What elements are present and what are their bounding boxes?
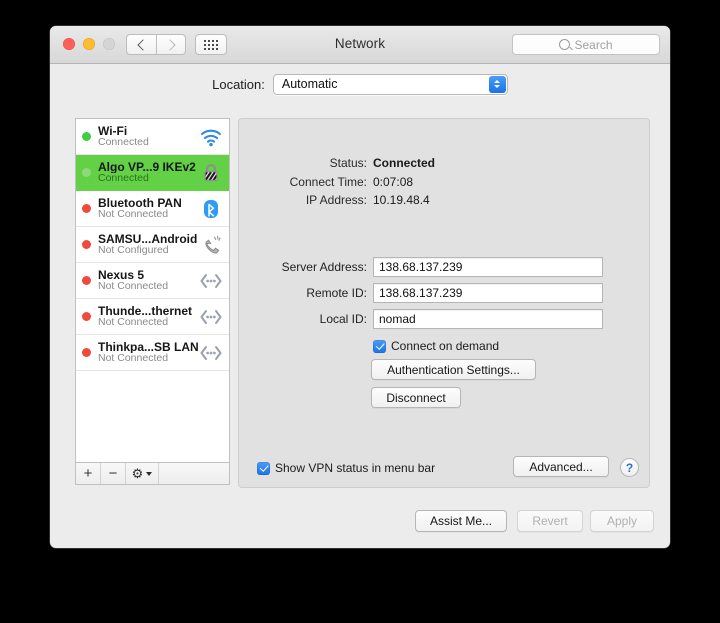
chevron-updown-icon[interactable]	[488, 75, 506, 93]
service-text: Wi-Fi Connected	[98, 125, 198, 149]
status-dot	[82, 348, 91, 357]
status-dot	[82, 312, 91, 321]
connect-time-value: 0:07:08	[373, 175, 414, 189]
ip-address-value: 10.19.48.4	[373, 193, 430, 207]
revert-button[interactable]: Revert	[517, 510, 583, 532]
service-row[interactable]: Wi-Fi Connected	[76, 119, 229, 155]
status-dot	[82, 204, 91, 213]
connect-time-label: Connect Time:	[289, 175, 367, 189]
bluetooth-icon	[198, 197, 224, 221]
service-text: Bluetooth PAN Not Connected	[98, 197, 198, 221]
status-dot	[82, 168, 91, 177]
ethernet-icon	[198, 269, 224, 293]
service-status: Connected	[98, 136, 149, 149]
checkmark-icon	[259, 462, 269, 472]
remote-id-field[interactable]: 138.68.137.239	[373, 283, 603, 303]
server-address-field[interactable]: 138.68.137.239	[373, 257, 603, 277]
vpn-lock-icon	[198, 161, 224, 185]
remove-service-button[interactable]: −	[101, 463, 126, 484]
authentication-settings-button[interactable]: Authentication Settings...	[371, 359, 536, 380]
service-row[interactable]: SAMSU...Android Not Configured	[76, 227, 229, 263]
service-row[interactable]: Nexus 5 Not Connected	[76, 263, 229, 299]
add-service-button[interactable]: +	[76, 463, 101, 484]
location-selected-value: Automatic	[281, 77, 338, 91]
service-status: Not Connected	[98, 280, 169, 293]
service-text: Thunde...thernet Not Connected	[98, 305, 198, 329]
show-vpn-status-row[interactable]: Show VPN status in menu bar	[257, 461, 435, 475]
gear-icon: ⚙	[131, 466, 144, 481]
local-id-field[interactable]: nomad	[373, 309, 603, 329]
service-row[interactable]: Algo VP...9 IKEv2 Connected	[76, 155, 229, 191]
phone-modem-icon	[198, 233, 224, 257]
service-status: Connected	[98, 172, 149, 185]
vpn-detail-panel: Status: Connected Connect Time: 0:07:08 …	[238, 118, 650, 488]
ip-address-row: IP Address: 10.19.48.4	[249, 193, 430, 207]
checkmark-icon	[375, 340, 385, 350]
status-label: Status:	[329, 156, 367, 170]
local-id-row: Local ID: nomad	[249, 309, 603, 329]
server-address-label: Server Address:	[281, 260, 367, 274]
plus-icon: +	[83, 465, 93, 482]
status-value: Connected	[373, 156, 436, 170]
service-list-toolbar: + − ⚙	[75, 463, 230, 485]
service-status: Not Connected	[98, 208, 169, 221]
advanced-button[interactable]: Advanced...	[513, 456, 609, 477]
status-row: Status: Connected	[249, 156, 435, 170]
service-status: Not Connected	[98, 352, 169, 365]
network-preferences-window: Network Search Location: Automatic Wi-Fi…	[50, 26, 670, 548]
show-vpn-status-label: Show VPN status in menu bar	[275, 461, 436, 475]
connect-time-row: Connect Time: 0:07:08	[249, 175, 413, 189]
network-service-list[interactable]: Wi-Fi Connected Algo VP...9 IKEv2 Connected…	[75, 118, 230, 463]
ip-address-label: IP Address:	[305, 193, 367, 207]
help-button[interactable]: ?	[620, 458, 639, 477]
status-dot	[82, 132, 91, 141]
local-id-label: Local ID:	[319, 312, 367, 326]
connect-on-demand-label: Connect on demand	[391, 339, 500, 353]
service-text: Algo VP...9 IKEv2 Connected	[98, 161, 198, 185]
service-text: Nexus 5 Not Connected	[98, 269, 198, 293]
service-row[interactable]: Thunde...thernet Not Connected	[76, 299, 229, 335]
minus-icon: −	[108, 465, 118, 482]
service-status: Not Connected	[98, 316, 169, 329]
location-select[interactable]: Automatic	[272, 73, 508, 95]
connect-on-demand-checkbox[interactable]	[373, 339, 386, 353]
service-row[interactable]: Bluetooth PAN Not Connected	[76, 191, 229, 227]
disconnect-button[interactable]: Disconnect	[371, 387, 461, 408]
apply-button[interactable]: Apply	[590, 510, 654, 532]
location-row: Location: Automatic	[50, 71, 670, 97]
search-placeholder: Search	[574, 37, 613, 52]
service-status: Not Configured	[98, 244, 169, 257]
remote-id-label: Remote ID:	[306, 286, 367, 300]
service-actions-button[interactable]: ⚙	[126, 463, 159, 484]
location-label: Location:	[212, 76, 265, 92]
status-dot	[82, 276, 91, 285]
wifi-icon	[198, 125, 224, 149]
status-dot	[82, 240, 91, 249]
service-row[interactable]: Thinkpa...SB LAN Not Connected	[76, 335, 229, 371]
service-text: SAMSU...Android Not Configured	[98, 233, 198, 257]
assist-me-button[interactable]: Assist Me...	[415, 510, 507, 532]
service-text: Thinkpa...SB LAN Not Connected	[98, 341, 198, 365]
window-titlebar: Network Search	[50, 26, 670, 64]
search-icon	[559, 39, 571, 50]
search-input[interactable]: Search	[512, 34, 660, 55]
ethernet-icon	[198, 305, 224, 329]
remote-id-row: Remote ID: 138.68.137.239	[249, 283, 603, 303]
ethernet-icon	[198, 341, 224, 365]
chevron-down-icon	[146, 471, 153, 476]
show-vpn-status-checkbox[interactable]	[257, 461, 270, 475]
connect-on-demand-row[interactable]: Connect on demand	[373, 339, 499, 353]
server-address-row: Server Address: 138.68.137.239	[249, 257, 603, 277]
